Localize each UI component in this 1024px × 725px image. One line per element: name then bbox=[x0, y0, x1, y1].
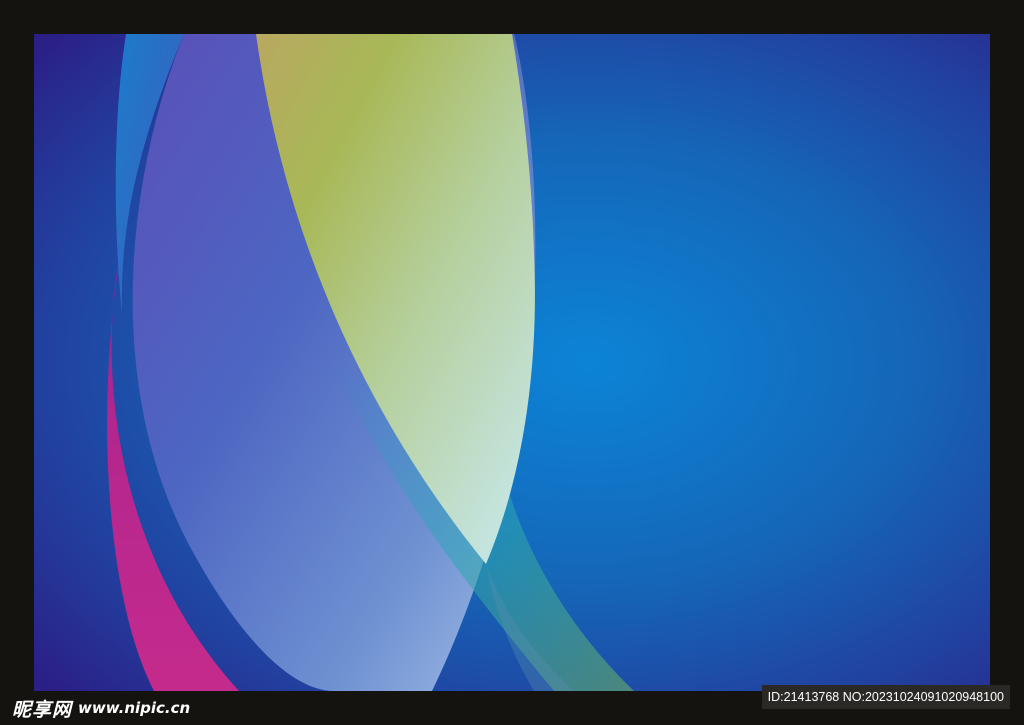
image-id-badge: ID:21413768 NO:20231024091020948100 bbox=[761, 685, 1010, 709]
abstract-curves-graphic bbox=[34, 34, 990, 691]
abstract-blue-background bbox=[34, 34, 990, 691]
watermark-logo: 昵享网 bbox=[12, 698, 73, 721]
site-watermark: 昵享网 www.nipic.cn bbox=[12, 695, 190, 721]
watermark-url: www.nipic.cn bbox=[78, 699, 191, 717]
